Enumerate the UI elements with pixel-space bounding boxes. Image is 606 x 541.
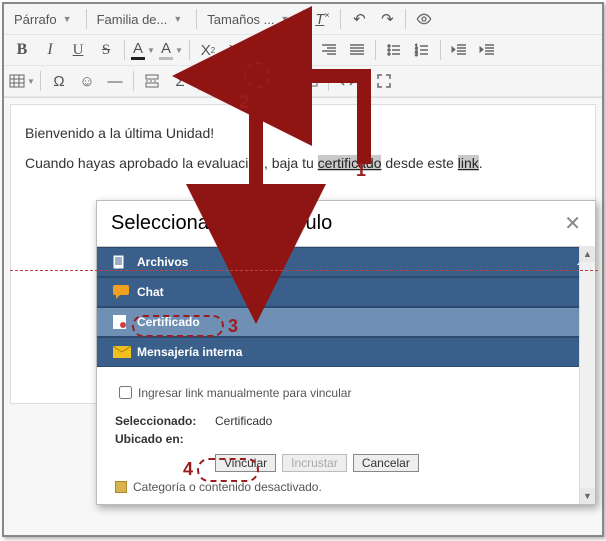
- align-justify-button[interactable]: [343, 37, 371, 63]
- font-size-select[interactable]: Tamaños ... ▼: [201, 9, 295, 30]
- separator: [303, 9, 304, 29]
- category-chat[interactable]: Chat: [97, 277, 595, 307]
- embed-button[interactable]: Incrustar: [282, 454, 347, 472]
- caret-down-icon: ▼: [63, 14, 72, 24]
- clear-format-button[interactable]: T×: [308, 6, 336, 32]
- scroll-down-icon[interactable]: ▼: [580, 488, 595, 504]
- separator: [124, 40, 125, 60]
- emoji-button[interactable]: ☺: [73, 68, 101, 94]
- dialog-title: Seleccionar Hipervínculo: [111, 212, 332, 235]
- eye-icon: [416, 11, 432, 27]
- editor-toolbar: Párrafo ▼ Familia de... ▼ Tamaños ... ▼ …: [4, 4, 602, 98]
- bold-button[interactable]: B: [8, 37, 36, 63]
- indent-button[interactable]: [473, 37, 501, 63]
- undo-button[interactable]: ↶: [345, 6, 373, 32]
- strikethrough-button[interactable]: S: [92, 37, 120, 63]
- image-button[interactable]: [268, 68, 296, 94]
- separator: [440, 40, 441, 60]
- separator: [40, 71, 41, 91]
- redo-button[interactable]: ↷: [373, 6, 401, 32]
- align-left-button[interactable]: [259, 37, 287, 63]
- scroll-up-icon[interactable]: ▲: [580, 246, 595, 262]
- source-button[interactable]: [333, 68, 361, 94]
- located-label: Ubicado en:: [115, 432, 215, 446]
- hyperlink-dialog: Seleccionar Hipervínculo ✕ Archivos Chat…: [96, 200, 596, 505]
- font-family-label: Familia de...: [97, 12, 168, 27]
- fullscreen-button[interactable]: [370, 68, 398, 94]
- media-button[interactable]: [296, 68, 324, 94]
- link-button-vincular[interactable]: Vincular: [215, 454, 276, 472]
- separator: [263, 71, 264, 91]
- separator: [328, 71, 329, 91]
- font-family-select[interactable]: Familia de... ▼: [91, 9, 189, 30]
- italic-button[interactable]: I: [36, 37, 64, 63]
- dialog-close-button[interactable]: ✕: [564, 211, 581, 236]
- certificate-icon: [113, 315, 131, 329]
- caret-down-icon: ▼: [281, 14, 290, 24]
- dialog-scrollbar[interactable]: ▲ ▼: [579, 246, 595, 504]
- selected-text-certificado[interactable]: certificado: [318, 155, 382, 171]
- caret-down-icon: ▼: [173, 14, 182, 24]
- editor-line2: Cuando hayas aprobado la evaluación, baj…: [25, 155, 581, 171]
- separator: [86, 9, 87, 29]
- preview-button[interactable]: [410, 6, 438, 32]
- separator: [375, 40, 376, 60]
- link-text[interactable]: link: [458, 155, 479, 171]
- separator: [254, 40, 255, 60]
- editor-line1: Bienvenido a la última Unidad!: [25, 125, 581, 141]
- chat-icon: [113, 285, 131, 299]
- font-size-label: Tamaños ...: [207, 12, 274, 27]
- anchor-button[interactable]: [203, 68, 231, 94]
- separator: [340, 9, 341, 29]
- pagebreak-button[interactable]: [138, 68, 166, 94]
- cancel-button[interactable]: Cancelar: [353, 454, 419, 472]
- text-color-button[interactable]: A▼: [129, 37, 157, 63]
- category-certificado[interactable]: Certificado: [97, 307, 595, 337]
- paragraph-label: Párrafo: [14, 12, 57, 27]
- mail-icon: [113, 345, 131, 359]
- svg-text:3: 3: [415, 52, 418, 58]
- selected-label: Seleccionado:: [115, 414, 215, 428]
- category-archivos[interactable]: Archivos: [97, 247, 595, 277]
- outdent-button[interactable]: [445, 37, 473, 63]
- subscript-button[interactable]: X2: [222, 37, 250, 63]
- paragraph-select[interactable]: Párrafo ▼: [8, 9, 78, 30]
- numbered-list-button[interactable]: 123: [408, 37, 436, 63]
- align-right-button[interactable]: [315, 37, 343, 63]
- math-button[interactable]: Σ: [166, 68, 194, 94]
- special-char-button[interactable]: Ω: [45, 68, 73, 94]
- separator: [133, 71, 134, 91]
- legend-swatch: [115, 481, 127, 493]
- legend-text: Categoría o contenido desactivado.: [133, 480, 322, 494]
- manual-link-checkbox[interactable]: [119, 386, 132, 399]
- selected-value: Certificado: [215, 414, 272, 428]
- category-list: Archivos Chat Certificado Mensajería int…: [97, 246, 595, 367]
- category-mensajeria[interactable]: Mensajería interna: [97, 337, 595, 367]
- separator: [198, 71, 199, 91]
- separator: [405, 9, 406, 29]
- file-icon: [113, 255, 131, 269]
- separator: [365, 71, 366, 91]
- bg-color-button[interactable]: A▼: [157, 37, 185, 63]
- bullet-list-button[interactable]: [380, 37, 408, 63]
- align-center-button[interactable]: [287, 37, 315, 63]
- link-icon: [237, 73, 253, 89]
- underline-button[interactable]: U: [64, 37, 92, 63]
- link-button[interactable]: [231, 68, 259, 94]
- separator: [196, 9, 197, 29]
- hr-button[interactable]: —: [101, 68, 129, 94]
- separator: [189, 40, 190, 60]
- superscript-button[interactable]: X2: [194, 37, 222, 63]
- table-button[interactable]: ▼: [8, 68, 36, 94]
- manual-link-label: Ingresar link manualmente para vincular: [138, 386, 351, 400]
